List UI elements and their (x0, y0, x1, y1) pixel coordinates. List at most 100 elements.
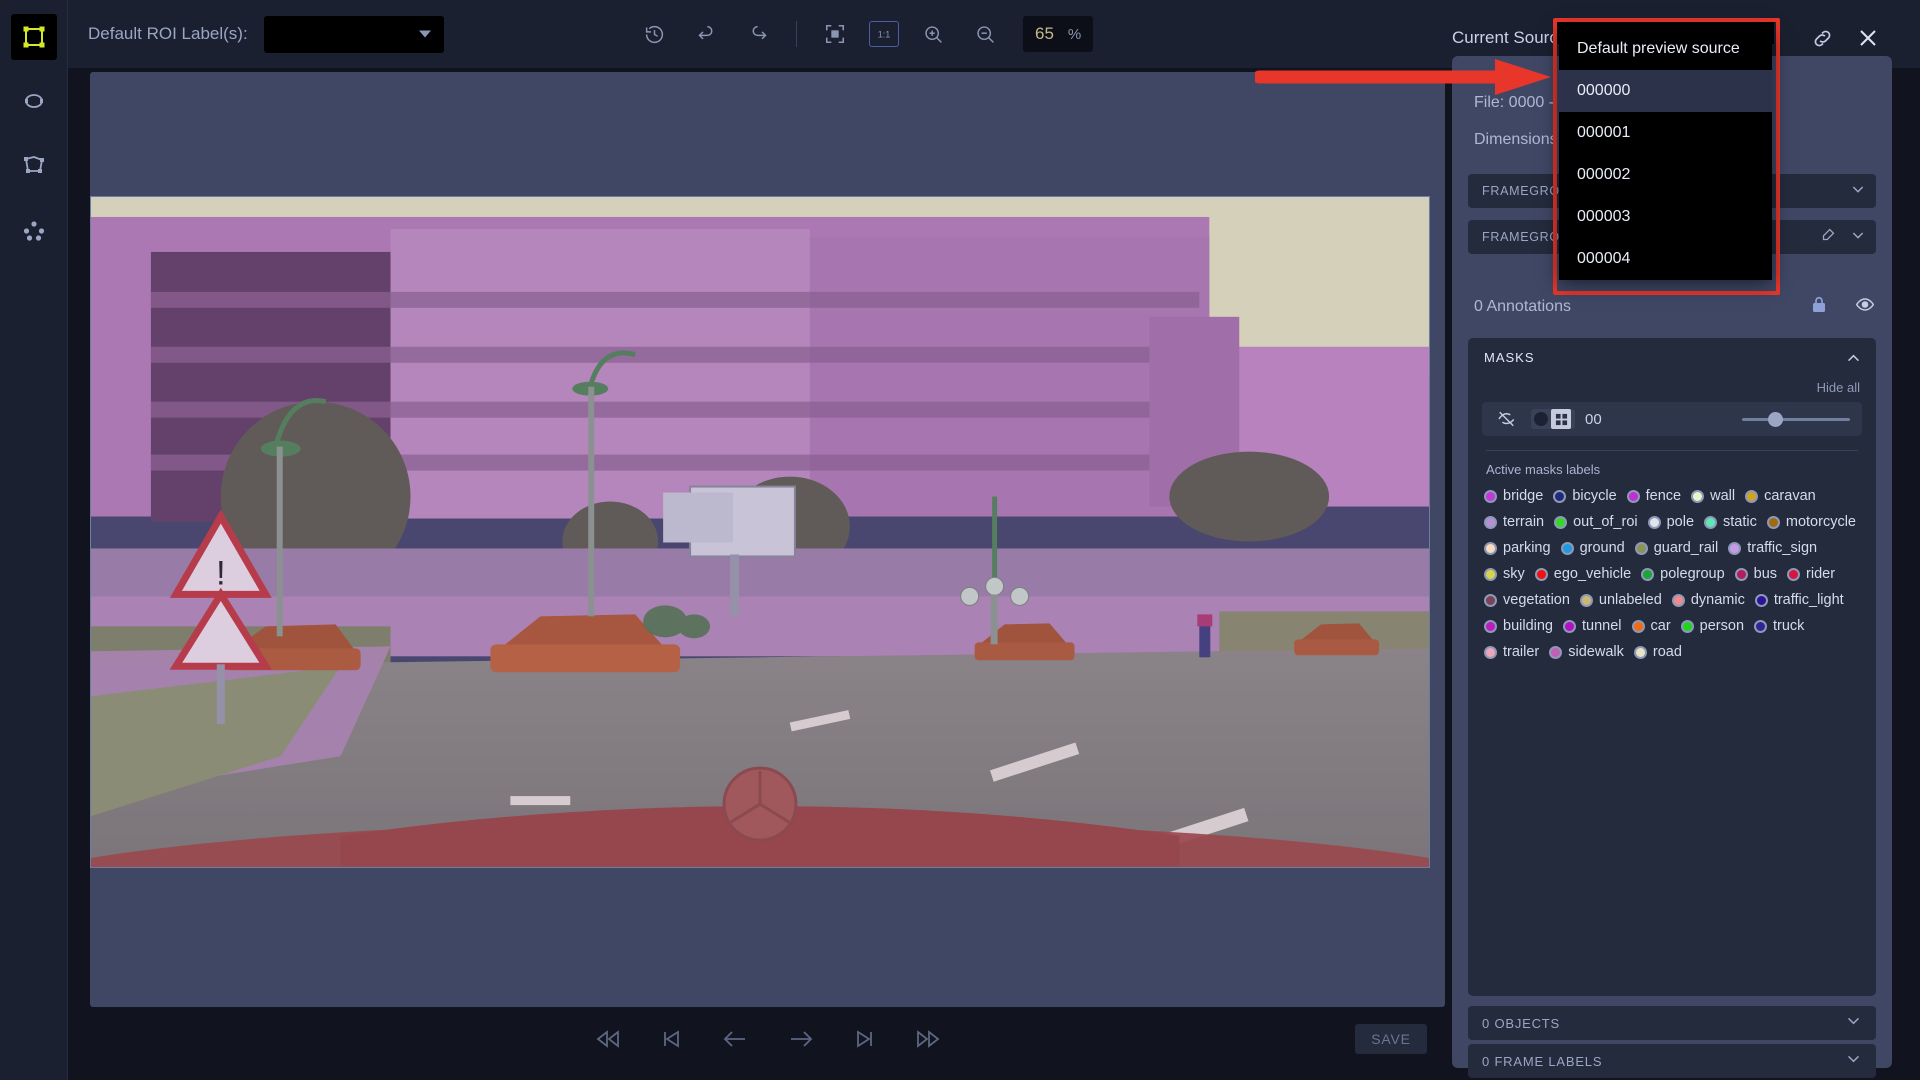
mask-label-color-swatch (1754, 593, 1768, 607)
mask-opacity-slider[interactable] (1742, 411, 1850, 427)
dropdown-option[interactable]: 000000 (1559, 70, 1772, 112)
mask-label-chip[interactable]: vegetation (1484, 590, 1570, 610)
mask-label-chip[interactable]: building (1484, 616, 1553, 636)
fast-forward-button[interactable] (916, 1029, 940, 1049)
mask-label-chip[interactable]: bridge (1484, 486, 1543, 506)
dropdown-option[interactable]: 000002 (1559, 154, 1772, 196)
mask-label-chip[interactable]: tunnel (1563, 616, 1622, 636)
mask-label-chip[interactable]: static (1704, 512, 1757, 532)
mask-label-chip[interactable]: polegroup (1641, 564, 1725, 584)
mask-label-color-swatch (1626, 489, 1640, 503)
link-icon[interactable] (1811, 27, 1834, 50)
history-icon[interactable] (636, 16, 672, 52)
chevron-down-icon[interactable] (1850, 181, 1866, 202)
mask-label-name: fence (1645, 488, 1682, 504)
mask-label-chip[interactable]: caravan (1745, 486, 1816, 506)
eye-icon[interactable] (1854, 295, 1876, 319)
mask-label-color-swatch (1728, 541, 1742, 555)
image-canvas[interactable]: ! (90, 72, 1445, 1007)
zoom-level-input[interactable]: 65 % (1023, 16, 1094, 52)
mask-label-chip[interactable]: guard_rail (1634, 538, 1718, 558)
close-icon[interactable] (1856, 26, 1880, 50)
mask-label-color-swatch (1579, 593, 1593, 607)
mask-label-chip[interactable]: car (1631, 616, 1671, 636)
mask-label-color-swatch (1484, 619, 1497, 633)
default-roi-label-select[interactable] (263, 15, 444, 53)
mask-label-chip[interactable]: person (1680, 616, 1744, 636)
fit-to-screen-icon[interactable] (817, 16, 853, 52)
mask-label-name: motorcycle (1785, 514, 1856, 530)
mask-label-name: rider (1806, 566, 1836, 582)
mask-display-toggle[interactable] (1531, 409, 1575, 429)
mask-label-color-swatch (1484, 515, 1497, 529)
objects-accordion-label: 0 OBJECTS (1482, 1015, 1560, 1031)
mask-label-color-swatch (1553, 489, 1567, 503)
mask-label-name: sky (1503, 566, 1525, 582)
lock-icon[interactable] (1810, 295, 1828, 319)
step-back-button[interactable] (722, 1029, 748, 1049)
mask-label-chip[interactable]: bus (1734, 564, 1777, 584)
eye-off-icon[interactable] (1496, 410, 1517, 428)
redo-icon[interactable] (740, 16, 776, 52)
dropdown-option[interactable]: 000004 (1559, 238, 1772, 280)
roi-rectangle-tool[interactable] (10, 14, 57, 60)
mask-label-chip[interactable]: motorcycle (1766, 512, 1856, 532)
mask-label-chip[interactable]: bicycle (1553, 486, 1617, 506)
mask-label-chip[interactable]: truck (1754, 616, 1804, 636)
chevron-down-icon[interactable] (1850, 227, 1866, 248)
mask-label-chip[interactable]: ego_vehicle (1534, 564, 1631, 584)
chevron-down-icon[interactable] (1845, 1050, 1862, 1072)
frame-labels-accordion-label: 0 FRAME LABELS (1482, 1053, 1603, 1069)
mask-label-chip[interactable]: pole (1647, 512, 1694, 532)
polygon-tool[interactable] (11, 142, 57, 188)
mask-label-chip[interactable]: rider (1787, 564, 1835, 584)
previous-frame-button[interactable] (660, 1029, 682, 1049)
mask-label-chip[interactable]: sidewalk (1549, 642, 1624, 662)
dropdown-option[interactable]: 000003 (1559, 196, 1772, 238)
mask-label-name: car (1650, 618, 1671, 634)
solid-mode-icon (1534, 412, 1548, 426)
actual-size-icon[interactable]: 1:1 (869, 21, 899, 47)
mask-label-chip[interactable]: fence (1626, 486, 1682, 506)
frame-labels-accordion[interactable]: 0 FRAME LABELS (1468, 1044, 1876, 1078)
mask-label-chip[interactable]: traffic_sign (1728, 538, 1817, 558)
save-button[interactable]: SAVE (1355, 1024, 1427, 1054)
mask-label-chip[interactable]: terrain (1484, 512, 1544, 532)
chevron-down-icon[interactable] (1845, 1012, 1862, 1034)
mask-label-chip[interactable]: trailer (1484, 642, 1539, 662)
masks-card: MASKS Hide all 00 Active masks labels br… (1468, 338, 1876, 996)
mask-label-name: truck (1773, 618, 1805, 634)
dropdown-option[interactable]: Default preview source (1559, 28, 1772, 70)
slider-knob[interactable] (1768, 411, 1783, 427)
points-tool[interactable] (11, 208, 57, 254)
zoom-out-icon[interactable] (967, 16, 1003, 52)
fast-rewind-button[interactable] (596, 1029, 620, 1049)
mask-label-chip[interactable]: traffic_light (1754, 590, 1844, 610)
dropdown-option[interactable]: 000001 (1559, 112, 1772, 154)
source-dropdown-menu[interactable]: Default preview source 000000 000001 000002… (1559, 28, 1772, 280)
edit-icon[interactable] (1821, 227, 1836, 247)
mask-label-chip[interactable]: out_of_roi (1554, 512, 1638, 532)
mask-label-color-swatch (1691, 489, 1705, 503)
active-masks-labels-title: Active masks labels (1486, 462, 1601, 477)
mask-label-chip[interactable]: parking (1484, 538, 1551, 558)
mask-label-chip[interactable]: ground (1560, 538, 1625, 558)
active-masks-labels-list: bridge bicycle fence wall caravan terrain out_… (1484, 486, 1866, 668)
mask-label-chip[interactable]: road (1633, 642, 1682, 662)
ellipse-tool[interactable] (11, 78, 57, 124)
objects-accordion[interactable]: 0 OBJECTS (1468, 1006, 1876, 1040)
next-frame-button[interactable] (854, 1029, 876, 1049)
hide-all-button[interactable]: Hide all (1817, 380, 1860, 395)
mask-label-color-swatch (1766, 515, 1780, 529)
mask-label-chip[interactable]: dynamic (1671, 590, 1745, 610)
zoom-level-value: 65 (1035, 24, 1054, 43)
mask-label-chip[interactable]: sky (1484, 564, 1525, 584)
annotations-row: 0 Annotations (1474, 294, 1878, 320)
mask-label-chip[interactable]: unlabeled (1579, 590, 1662, 610)
undo-icon[interactable] (688, 16, 724, 52)
zoom-in-icon[interactable] (915, 16, 951, 52)
mask-label-name: ground (1579, 540, 1625, 556)
chevron-up-icon[interactable] (1845, 350, 1862, 372)
mask-label-chip[interactable]: wall (1691, 486, 1735, 506)
step-forward-button[interactable] (788, 1029, 814, 1049)
